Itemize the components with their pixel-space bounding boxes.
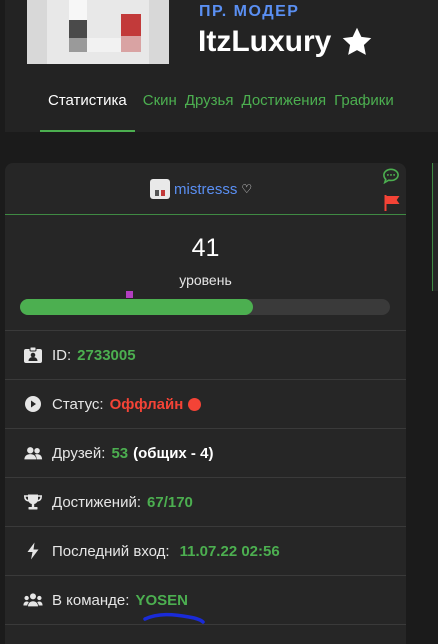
level-label: уровень [179,272,232,288]
id-card-icon [24,346,42,363]
side-panel-edge [432,163,438,291]
profile-card: mistresss ♡ 41 уровень ID: 2733005 Стату… [5,163,406,644]
row-id: ID: 2733005 [5,331,406,380]
row-status: Статус: Оффлайн [5,380,406,429]
card-player[interactable]: mistresss ♡ [150,179,252,199]
card-header: mistresss ♡ [5,163,406,215]
row-team: В команде: YOSEN [5,576,406,625]
achievements-label: Достижений: [52,493,142,511]
tab-statistics[interactable]: Статистика [40,90,135,132]
report-flag-icon[interactable] [383,194,401,212]
last-login-value: 11.07.22 02:56 [179,542,280,560]
friends-value: 53 [111,444,129,462]
trophy-icon [23,494,43,510]
team-value[interactable]: YOSEN [135,592,188,609]
lightning-icon [27,542,39,560]
level-progress-fill [20,299,254,315]
team-users-icon [23,593,43,607]
nickname-text: ItzLuxury [198,25,332,58]
mini-avatar [150,179,170,199]
users-icon [24,447,43,460]
row-last-login: Последний вход: 11.07.22 02:56 [5,527,406,576]
offline-dot [188,397,202,411]
tab-friends[interactable]: Друзья [177,90,234,132]
tab-skin[interactable]: Скин [135,90,177,132]
chat-icon[interactable] [382,168,400,184]
status-value: Оффлайн [109,395,184,413]
profile-header: ПР. МОДЕР ItzLuxury Статистика Скин Друз… [5,0,438,132]
tab-achievements[interactable]: Достижения [234,90,327,132]
play-circle-icon [25,396,41,412]
id-value: 2733005 [77,346,136,364]
row-achievements: Достижений: 67/170 [5,478,406,527]
team-label: В команде: [52,591,130,609]
status-label: Статус: [52,395,104,413]
progress-marker [126,291,133,298]
level-value: 41 [191,234,220,262]
player-avatar [27,0,169,64]
level-progress-bar [20,299,390,315]
star-icon [343,27,372,55]
tab-graphs[interactable]: Графики [326,90,394,132]
profile-tabs: Статистика Скин Друзья Достижения График… [40,90,438,132]
rank-title: ПР. МОДЕР [199,3,300,20]
player-nickname: ItzLuxury [198,24,375,60]
id-label: ID: [52,346,72,364]
friends-label: Друзей: [52,444,106,462]
row-friends: Друзей: 53 (общих - 4) [5,429,406,478]
blue-underline-annotation [143,612,205,624]
last-login-label: Последний вход: [52,542,170,560]
friends-common: (общих - 4) [133,444,214,462]
heart-icon: ♡ [241,182,253,196]
achievements-value: 67/170 [147,493,193,511]
card-player-name: mistresss [174,180,238,198]
